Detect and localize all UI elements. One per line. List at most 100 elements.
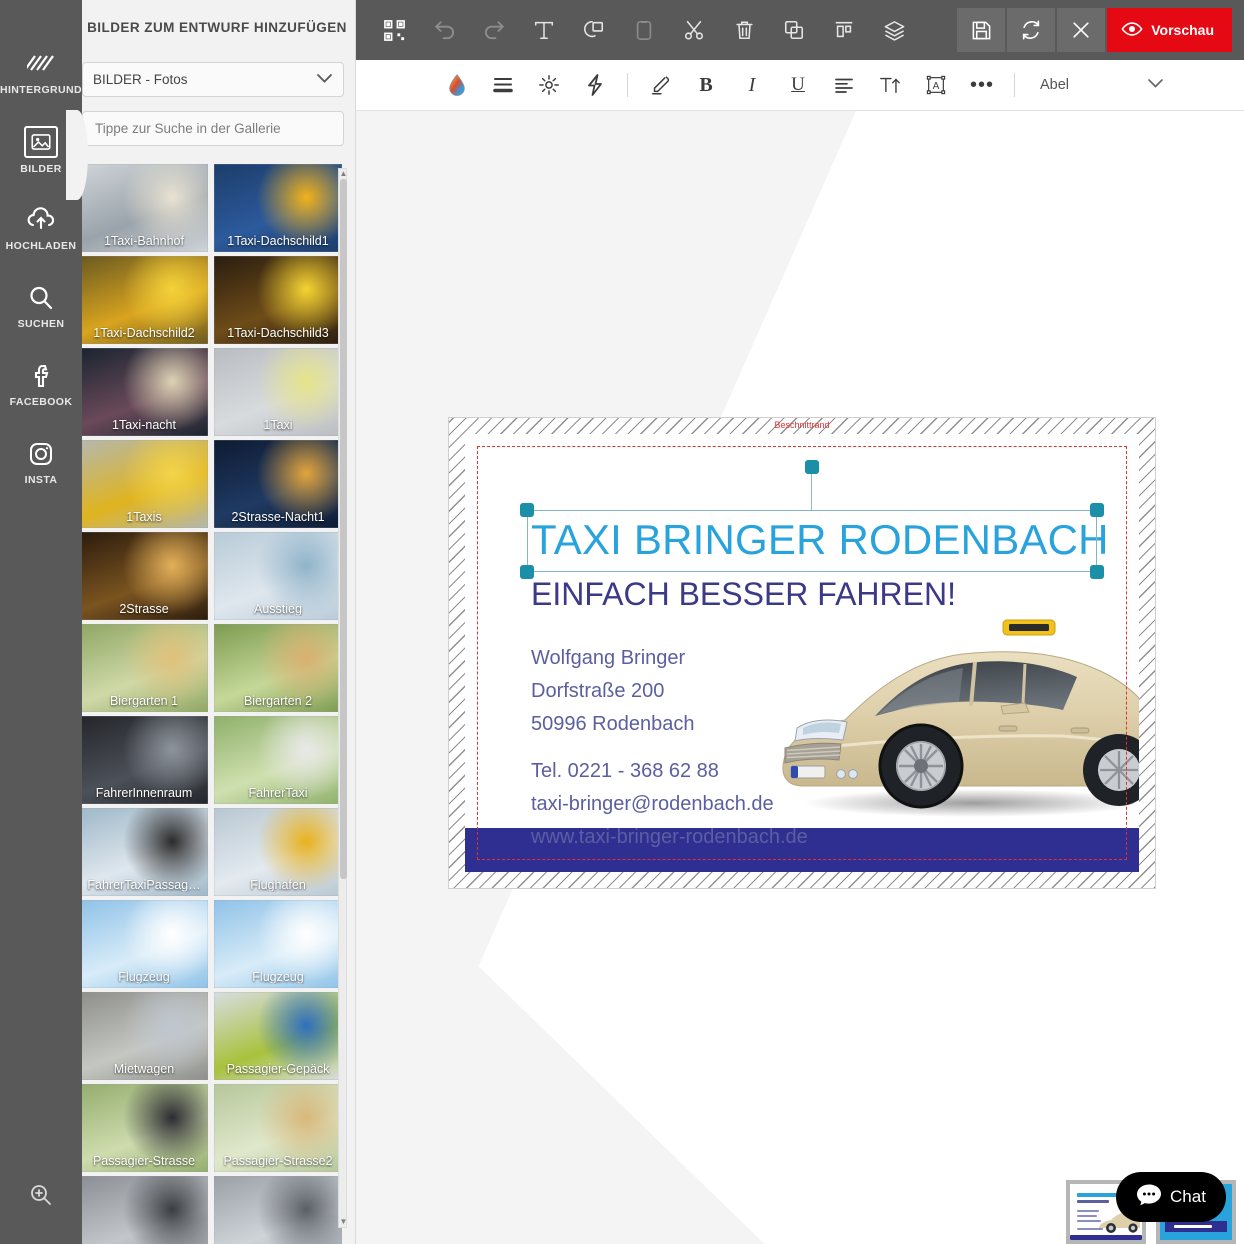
- rotate-handle[interactable]: [805, 460, 819, 474]
- search-icon: [26, 283, 56, 313]
- gallery-thumbnail-label: Passagier-Strasse2: [223, 1154, 333, 1168]
- taxi-car-image[interactable]: [763, 598, 1139, 828]
- gallery-search-input[interactable]: [82, 111, 344, 146]
- resize-handle-tl[interactable]: [520, 503, 534, 517]
- text-size-icon[interactable]: [867, 65, 913, 105]
- gallery-thumbnail[interactable]: Biergarten 2: [214, 624, 342, 712]
- sidebar-item-facebook[interactable]: FACEBOOK: [0, 354, 82, 414]
- image-gallery: 1Taxi-Bahnhof 1Taxi-Dachschild1 1Taxi-Dach…: [80, 164, 348, 1244]
- contact-line: taxi-bringer@rodenbach.de: [531, 793, 774, 815]
- redo-icon[interactable]: [470, 8, 518, 52]
- gallery-grid: 1Taxi-Bahnhof 1Taxi-Dachschild1 1Taxi-Dach…: [80, 164, 348, 1244]
- refresh-icon[interactable]: [1007, 8, 1056, 52]
- contact-spacer: [531, 741, 808, 755]
- italic-icon[interactable]: I: [729, 65, 775, 105]
- sidebar-item-hochladen[interactable]: HOCHLADEN: [0, 198, 82, 258]
- color-drop-icon[interactable]: [434, 65, 480, 105]
- gallery-thumbnail[interactable]: FahrerTaxiPassag…: [80, 808, 208, 896]
- gallery-thumbnail[interactable]: 1Taxi-Dachschild1: [214, 164, 342, 252]
- rain-umbrella2-image: [214, 1176, 342, 1244]
- sidebar-label-insta: INSTA: [24, 473, 58, 486]
- gallery-thumbnail[interactable]: Biergarten 1: [80, 624, 208, 712]
- sidebar-item-hintergrund[interactable]: HINTERGRUND: [0, 42, 82, 102]
- gallery-thumbnail[interactable]: [214, 1176, 342, 1244]
- gallery-thumbnail[interactable]: 1Taxi-nacht: [80, 348, 208, 436]
- gallery-thumbnail[interactable]: Mietwagen: [80, 992, 208, 1080]
- gallery-thumbnail[interactable]: 2Strasse-Nacht1: [214, 440, 342, 528]
- contact-line: 50996 Rodenbach: [531, 713, 695, 735]
- contact-line: Wolfgang Bringer: [531, 647, 686, 669]
- gallery-thumbnail-label: 1Taxi-Dachschild2: [93, 326, 195, 340]
- design-canvas[interactable]: Beschnittrand TAXI BRINGER RODENBACH EIN…: [356, 111, 1244, 1244]
- save-button[interactable]: [957, 8, 1006, 52]
- zoom-in-icon[interactable]: [0, 1170, 82, 1220]
- duplicate-icon[interactable]: [770, 8, 818, 52]
- gallery-thumbnail[interactable]: [80, 1176, 208, 1244]
- preview-button[interactable]: Vorschau: [1107, 8, 1232, 52]
- underline-icon[interactable]: U: [775, 65, 821, 105]
- layers-icon[interactable]: [870, 8, 918, 52]
- stripes-icon: [26, 49, 56, 79]
- bold-icon[interactable]: B: [683, 65, 729, 105]
- brightness-icon[interactable]: [526, 65, 572, 105]
- gallery-thumbnail[interactable]: Passagier-Strasse2: [214, 1084, 342, 1172]
- gallery-thumbnail[interactable]: 1Taxis: [80, 440, 208, 528]
- gallery-thumbnail[interactable]: Flughafen: [214, 808, 342, 896]
- resize-handle-bl[interactable]: [520, 565, 534, 579]
- more-icon[interactable]: •••: [959, 65, 1005, 105]
- align-text-icon[interactable]: [821, 65, 867, 105]
- scroll-up-arrow[interactable]: ▲: [339, 169, 348, 179]
- gallery-thumbnail-label: Biergarten 2: [243, 694, 313, 708]
- gallery-thumbnail[interactable]: 2Strasse: [80, 532, 208, 620]
- sidebar-item-insta[interactable]: INSTA: [0, 432, 82, 492]
- qr-code-icon[interactable]: [370, 8, 418, 52]
- resize-handle-tr[interactable]: [1090, 503, 1104, 517]
- rain-umbrella1-image: [80, 1176, 208, 1244]
- paste-icon[interactable]: [620, 8, 668, 52]
- gallery-thumbnail[interactable]: Passagier-Gepäck: [214, 992, 342, 1080]
- rotate-stem: [811, 470, 812, 510]
- gallery-thumbnail-label: Biergarten 1: [109, 694, 179, 708]
- gallery-thumbnail[interactable]: Flugzeug: [80, 900, 208, 988]
- card-content-area[interactable]: TAXI BRINGER RODENBACH EINFACH BESSER FA…: [465, 434, 1139, 872]
- effects-icon[interactable]: [572, 65, 618, 105]
- toolbar-divider-2: [1014, 73, 1015, 97]
- gallery-thumbnail[interactable]: 1Taxi: [214, 348, 342, 436]
- align-icon[interactable]: [820, 8, 868, 52]
- line-height-icon[interactable]: [480, 65, 526, 105]
- category-dropdown[interactable]: BILDER - Fotos: [82, 62, 344, 97]
- trash-icon[interactable]: [720, 8, 768, 52]
- gallery-thumbnail[interactable]: 1Taxi-Bahnhof: [80, 164, 208, 252]
- gallery-scroll-thumb[interactable]: [340, 179, 347, 879]
- cut-icon[interactable]: [670, 8, 718, 52]
- app-root: HINTERGRUND BILDER HOCHLADEN SUCHEN FACE…: [0, 0, 1244, 1244]
- card-title-text[interactable]: TAXI BRINGER RODENBACH: [531, 516, 1109, 564]
- scroll-down-arrow[interactable]: ▼: [339, 1217, 348, 1227]
- font-family-select[interactable]: Abel: [1040, 77, 1069, 93]
- text-icon[interactable]: [520, 8, 568, 52]
- gallery-thumbnail-label: 1Taxi-Dachschild1: [227, 234, 329, 248]
- card-subtitle-text[interactable]: EINFACH BESSER FAHREN!: [531, 576, 956, 613]
- chat-widget-button[interactable]: Chat: [1116, 1172, 1226, 1222]
- undo-icon[interactable]: [420, 8, 468, 52]
- resize-handle-br[interactable]: [1090, 565, 1104, 579]
- gallery-scrollbar[interactable]: ▲ ▼: [338, 168, 347, 1228]
- gallery-thumbnail[interactable]: FahrerTaxi: [214, 716, 342, 804]
- gallery-thumbnail[interactable]: Ausstieg: [214, 532, 342, 620]
- text-frame-icon[interactable]: A: [913, 65, 959, 105]
- sidebar-item-suchen[interactable]: SUCHEN: [0, 276, 82, 336]
- close-icon[interactable]: [1057, 8, 1106, 52]
- chevron-down-icon[interactable]: [1147, 76, 1164, 94]
- pen-icon[interactable]: [637, 65, 683, 105]
- business-card-artboard[interactable]: Beschnittrand TAXI BRINGER RODENBACH EIN…: [448, 417, 1156, 889]
- svg-text:A: A: [933, 81, 940, 92]
- gallery-thumbnail-label: FahrerInnenraum: [95, 786, 193, 800]
- gallery-thumbnail[interactable]: Passagier-Strasse: [80, 1084, 208, 1172]
- gallery-thumbnail[interactable]: 1Taxi-Dachschild3: [214, 256, 342, 344]
- gallery-thumbnail[interactable]: 1Taxi-Dachschild2: [80, 256, 208, 344]
- gallery-thumbnail[interactable]: FahrerInnenraum: [80, 716, 208, 804]
- gallery-thumbnail[interactable]: Flugzeug: [214, 900, 342, 988]
- card-contact-text[interactable]: Wolfgang Bringer Dorfstraße 200 50996 Ro…: [531, 642, 808, 854]
- gallery-thumbnail-label: Passagier-Strasse: [92, 1154, 196, 1168]
- shape-icon[interactable]: [570, 8, 618, 52]
